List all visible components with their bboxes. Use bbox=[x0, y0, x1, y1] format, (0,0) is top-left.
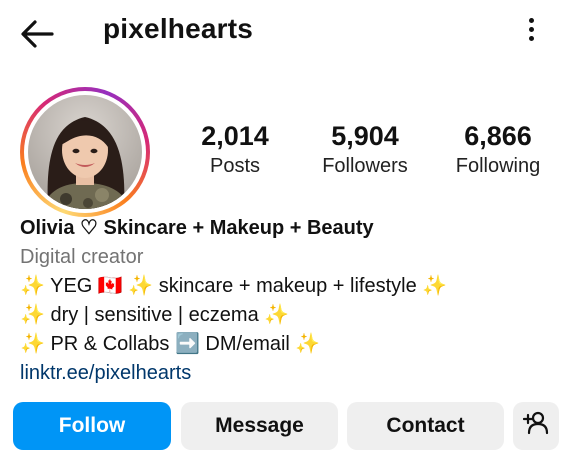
following-label: Following bbox=[455, 155, 541, 177]
stat-following[interactable]: 6,866 Following bbox=[448, 120, 548, 180]
stat-posts[interactable]: 2,014 Posts bbox=[195, 120, 275, 180]
followers-count: 5,904 bbox=[331, 121, 399, 151]
profile-username: pixelhearts bbox=[103, 13, 254, 44]
more-vertical-icon[interactable] bbox=[516, 14, 546, 50]
bio-link[interactable]: linktr.ee/pixelhearts bbox=[20, 359, 560, 388]
add-person-icon bbox=[522, 410, 549, 442]
contact-button[interactable]: Contact bbox=[347, 402, 504, 450]
suggested-accounts-button[interactable] bbox=[513, 402, 559, 450]
following-count: 6,866 bbox=[464, 121, 532, 151]
profile-bio: Olivia ♡ Skincare + Makeup + Beauty Digi… bbox=[20, 214, 560, 388]
display-name: Olivia ♡ Skincare + Makeup + Beauty bbox=[20, 217, 374, 239]
story-ring[interactable] bbox=[20, 87, 150, 217]
arrow-left-icon[interactable] bbox=[18, 14, 58, 54]
stat-followers[interactable]: 5,904 Followers bbox=[315, 120, 415, 180]
message-button[interactable]: Message bbox=[181, 402, 338, 450]
posts-count: 2,014 bbox=[201, 121, 269, 151]
posts-label: Posts bbox=[209, 155, 261, 177]
top-bar: pixelhearts bbox=[0, 0, 568, 64]
category-label: Digital creator bbox=[20, 246, 144, 268]
bio-line: ✨ YEG 🇨🇦 ✨ skincare + makeup + lifestyle… bbox=[20, 275, 448, 297]
bio-line: ✨ PR & Collabs ➡️ DM/email ✨ bbox=[20, 333, 321, 355]
follow-button[interactable]: Follow bbox=[13, 402, 171, 450]
bio-line: ✨ dry | sensitive | eczema ✨ bbox=[20, 304, 290, 326]
avatar[interactable] bbox=[28, 95, 142, 209]
followers-label: Followers bbox=[322, 155, 408, 177]
